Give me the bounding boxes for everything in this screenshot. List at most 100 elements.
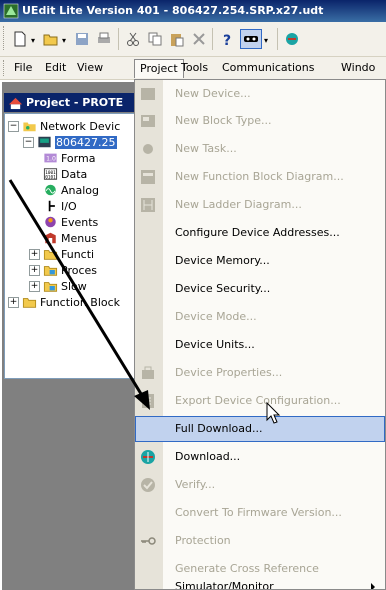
- tree-node-events[interactable]: Events: [43, 214, 98, 230]
- chevron-down-icon[interactable]: ▾: [31, 36, 35, 45]
- menu-item-label: Download...: [175, 450, 241, 463]
- menu-item-device-mode[interactable]: Device Mode...: [135, 304, 385, 330]
- new-icon: [14, 31, 26, 47]
- new-task-icon: [143, 144, 153, 154]
- menu-item-label: New Device...: [175, 87, 251, 100]
- menu-item-simulator-monitor[interactable]: Simulator/Monitor: [135, 580, 385, 589]
- menu-bar: File Edit View Project Tools Communicati…: [0, 57, 386, 80]
- device-button[interactable]: [281, 29, 303, 49]
- menu-item-device-memory[interactable]: Device Memory...: [135, 248, 385, 274]
- key-icon: [141, 537, 156, 545]
- project-panel-header: Project - PROTE: [4, 93, 154, 112]
- menu-item-label: Protection: [175, 534, 231, 547]
- menu-item-new-device[interactable]: New Device...: [135, 81, 385, 107]
- window-title: UEdit Lite Version 401 - 806427.254.SRP.…: [22, 4, 324, 17]
- copy-button[interactable]: [144, 29, 166, 49]
- toolbar-separator: [118, 28, 119, 50]
- svg-text:1.0: 1.0: [46, 156, 56, 163]
- project-icon: [8, 97, 23, 110]
- menu-item-label: Device Units...: [175, 338, 255, 351]
- data-icon: 10010101: [43, 168, 58, 180]
- menu-item-label: Full Download...: [175, 422, 263, 435]
- menu-tools[interactable]: Tools: [181, 61, 208, 77]
- help-button[interactable]: ?: [216, 29, 238, 49]
- tree-node-function-block[interactable]: + Function Block: [8, 294, 120, 310]
- toolbar-grip[interactable]: [3, 26, 7, 50]
- device-properties-icon: [142, 366, 154, 379]
- print-button[interactable]: [93, 29, 115, 49]
- tree-node-label: 806427.25: [55, 135, 117, 149]
- menu-view[interactable]: View: [77, 61, 103, 77]
- format-icon: 1.0: [44, 153, 57, 163]
- function-block-diagram-icon: [141, 170, 155, 184]
- expand-icon[interactable]: +: [29, 264, 40, 276]
- collapse-icon[interactable]: −: [23, 136, 34, 148]
- menu-item-new-ladder-diagram[interactable]: New Ladder Diagram...: [135, 192, 385, 218]
- menu-item-new-function-block-diagram[interactable]: New Function Block Diagram...: [135, 164, 385, 190]
- export-config-icon: [142, 394, 154, 408]
- menu-item-download[interactable]: Download...: [135, 444, 385, 470]
- menu-communications[interactable]: Communications: [222, 61, 314, 77]
- menu-item-new-task[interactable]: New Task...: [135, 136, 385, 162]
- project-tree: − Network Devic − 806427.25 1.0 Forma 10…: [4, 113, 154, 379]
- chevron-down-icon[interactable]: ▾: [62, 36, 66, 45]
- menu-item-device-properties[interactable]: Device Properties...: [135, 360, 385, 386]
- menu-item-convert-firmware[interactable]: Convert To Firmware Version...: [135, 500, 385, 526]
- tree-node-label: Slow: [61, 279, 87, 293]
- tree-node-io[interactable]: I/O: [43, 198, 77, 214]
- app-icon: [3, 3, 19, 19]
- menu-item-label: Simulator/Monitor: [175, 580, 274, 590]
- menu-item-configure-device-addresses[interactable]: Configure Device Addresses...: [135, 220, 385, 246]
- menu-item-label: Device Properties...: [175, 366, 283, 379]
- open-button[interactable]: [40, 29, 62, 49]
- network-folder-icon: [23, 122, 36, 132]
- connect-button[interactable]: [240, 29, 262, 49]
- connect-icon: [244, 36, 258, 42]
- cut-button[interactable]: [122, 29, 144, 49]
- tree-node-format[interactable]: 1.0 Forma: [43, 150, 95, 166]
- menu-item-full-download[interactable]: Full Download...: [135, 416, 385, 442]
- menu-edit[interactable]: Edit: [45, 61, 66, 77]
- new-button[interactable]: [9, 29, 31, 49]
- tree-node-label: Network Devic: [40, 119, 121, 133]
- tree-node-slow[interactable]: + Slow: [29, 278, 87, 294]
- project-menu: New Device... New Block Type... New Task…: [134, 79, 386, 590]
- expand-icon[interactable]: +: [8, 296, 19, 308]
- menu-item-new-block-type[interactable]: New Block Type...: [135, 108, 385, 134]
- menu-item-label: Configure Device Addresses...: [175, 226, 340, 239]
- tree-node-network-devices[interactable]: − Network Devic: [8, 118, 120, 134]
- tree-node-process[interactable]: + Proces: [29, 262, 97, 278]
- menu-item-label: New Block Type...: [175, 114, 272, 127]
- tree-node-menus[interactable]: Menus: [43, 230, 97, 246]
- menu-window[interactable]: Windo: [341, 61, 375, 77]
- menu-project[interactable]: Project: [134, 59, 184, 78]
- chevron-down-icon[interactable]: ▾: [264, 36, 268, 45]
- menu-item-generate-cross-reference[interactable]: Generate Cross Reference: [135, 556, 385, 582]
- menu-item-label: New Task...: [175, 142, 237, 155]
- save-button[interactable]: [71, 29, 93, 49]
- menubar-grip[interactable]: [3, 60, 7, 76]
- paste-button[interactable]: [166, 29, 188, 49]
- expand-icon[interactable]: +: [29, 280, 40, 292]
- menus-icon: [45, 232, 56, 244]
- delete-button[interactable]: [188, 29, 210, 49]
- tree-node-analog[interactable]: Analog: [43, 182, 99, 198]
- toolbar-separator: [212, 28, 213, 50]
- menu-item-device-units[interactable]: Device Units...: [135, 332, 385, 358]
- menu-item-device-security[interactable]: Device Security...: [135, 276, 385, 302]
- menu-item-label: Device Security...: [175, 282, 271, 295]
- submenu-arrow-icon: [371, 583, 375, 589]
- collapse-icon[interactable]: −: [8, 120, 19, 132]
- help-icon: ?: [223, 33, 231, 47]
- menu-item-export-device-configuration[interactable]: Export Device Configuration...: [135, 388, 385, 414]
- menu-item-verify[interactable]: Verify...: [135, 472, 385, 498]
- tree-node-data[interactable]: 1001 0101 Data: [43, 166, 87, 182]
- io-icon: [48, 200, 55, 212]
- menu-item-protection[interactable]: Protection: [135, 528, 385, 554]
- tree-node-device[interactable]: − 806427.25: [23, 134, 117, 150]
- expand-icon[interactable]: +: [29, 248, 40, 260]
- menu-file[interactable]: File: [14, 61, 32, 77]
- tree-node-function[interactable]: + Functi: [29, 246, 94, 262]
- open-icon: [43, 34, 58, 46]
- controller-icon: [38, 136, 51, 148]
